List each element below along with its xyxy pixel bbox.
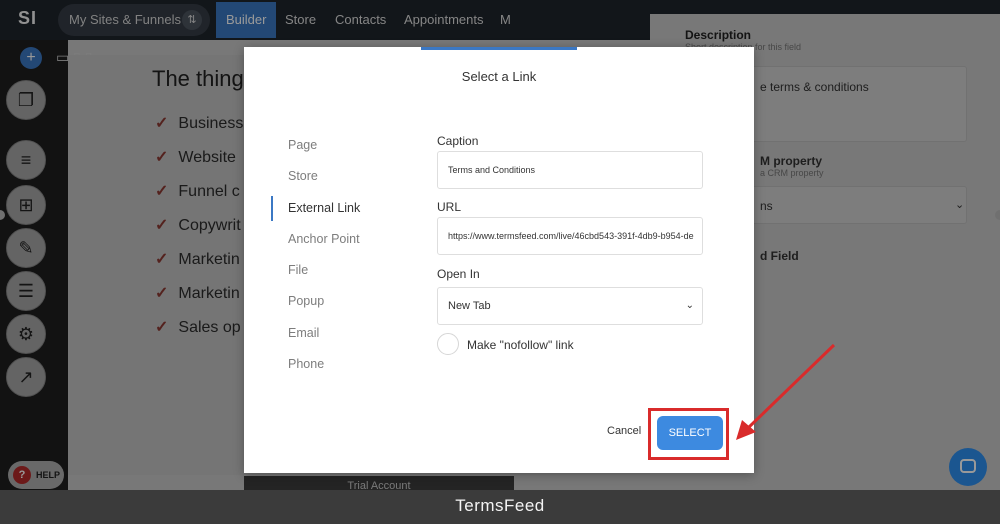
annotation-arrow-icon xyxy=(736,343,836,440)
video-caption-bar: TermsFeed xyxy=(0,490,1000,524)
